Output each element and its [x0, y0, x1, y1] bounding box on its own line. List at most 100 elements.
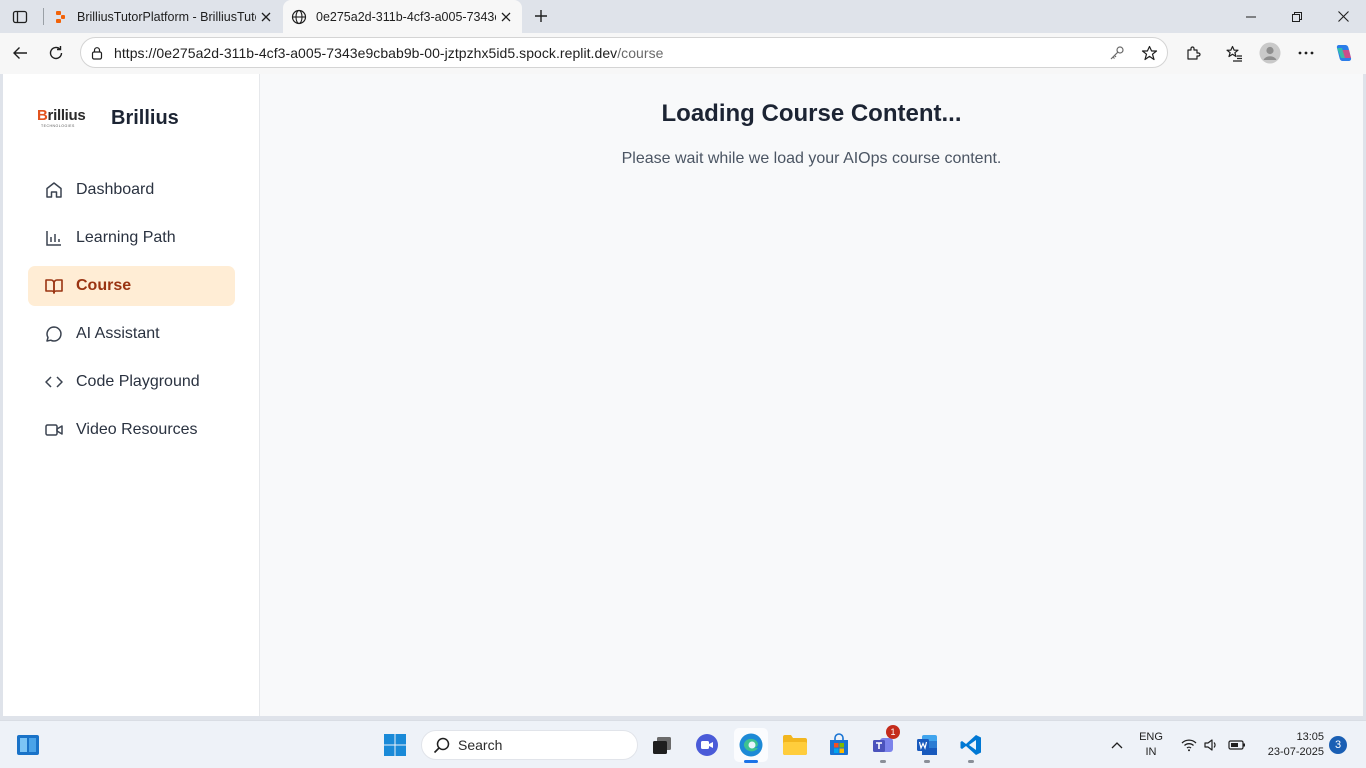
new-tab-button[interactable] — [530, 5, 552, 27]
taskbar-store-app[interactable] — [822, 728, 856, 762]
input-language-indicator[interactable]: ENG IN — [1136, 730, 1166, 760]
taskbar-search[interactable]: Search — [421, 730, 638, 760]
book-open-icon — [44, 276, 64, 296]
code-icon — [44, 372, 64, 392]
close-window-button[interactable] — [1320, 0, 1366, 33]
video-chat-icon — [696, 734, 718, 756]
url-host: https://0e275a2d-311b-4cf3-a005-7343e9cb… — [114, 45, 618, 61]
taskbar-teams-app[interactable]: 1 — [866, 725, 900, 763]
page-title: Loading Course Content... — [661, 100, 962, 127]
profile-button[interactable] — [1255, 38, 1285, 68]
word-icon — [917, 735, 937, 755]
sidebar-item-video-resources[interactable]: Video Resources — [28, 410, 235, 450]
running-indicator — [924, 760, 930, 763]
close-tab-icon[interactable] — [256, 7, 276, 27]
settings-more-button[interactable] — [1291, 38, 1321, 68]
language-region: IN — [1145, 746, 1157, 758]
clock-date: 23-07-2025 — [1267, 746, 1324, 758]
extensions-button[interactable] — [1178, 38, 1208, 68]
favorite-star-icon[interactable] — [1139, 43, 1159, 63]
close-icon — [1337, 11, 1349, 22]
taskbar: Search 1 ENG IN 13:05 23-07-2025 3 — [0, 720, 1366, 768]
sidebar-item-label: Dashboard — [76, 181, 155, 198]
system-clock[interactable]: 13:05 23-07-2025 — [1254, 730, 1324, 760]
volume-icon[interactable] — [1202, 736, 1220, 754]
main-content: Loading Course Content... Please wait wh… — [260, 74, 1363, 716]
vscode-icon — [960, 735, 981, 755]
minimize-icon — [1246, 16, 1256, 17]
language-code: ENG — [1139, 731, 1163, 743]
restore-button[interactable] — [1274, 0, 1320, 33]
loading-message: Please wait while we load your AIOps cou… — [621, 150, 1002, 167]
site-info-icon[interactable] — [88, 44, 106, 62]
taskbar-file-explorer[interactable] — [778, 728, 812, 762]
chat-bubble-icon — [44, 324, 64, 344]
sidebar-item-label: AI Assistant — [76, 325, 160, 342]
url-text: https://0e275a2d-311b-4cf3-a005-7343e9cb… — [114, 45, 663, 61]
battery-icon[interactable] — [1228, 736, 1246, 754]
copilot-button[interactable] — [1329, 38, 1359, 68]
edge-icon — [739, 733, 763, 757]
sidebar-item-label: Course — [76, 277, 132, 294]
taskbar-word-app[interactable] — [910, 728, 944, 763]
sidebar-item-course[interactable]: Course — [28, 266, 235, 306]
refresh-icon — [49, 46, 63, 60]
back-button[interactable] — [5, 38, 35, 68]
browser-tab-strip: BrilliusTutorPlatform - BrilliusTuto 0e2… — [0, 0, 1366, 33]
taskbar-edge-app[interactable] — [734, 728, 768, 763]
bar-chart-icon — [44, 228, 64, 248]
logo-subtext: TECHNOLOGIES — [41, 124, 75, 128]
search-icon — [432, 736, 450, 754]
avatar-icon — [1259, 42, 1281, 64]
plus-icon — [535, 10, 547, 22]
minimize-button[interactable] — [1228, 0, 1274, 33]
search-placeholder: Search — [458, 737, 503, 753]
address-bar[interactable]: https://0e275a2d-311b-4cf3-a005-7343e9cb… — [80, 37, 1168, 68]
folder-icon — [783, 735, 807, 755]
sidebar-item-label: Video Resources — [76, 421, 198, 438]
replit-favicon-icon — [52, 9, 68, 25]
tab-actions-icon — [12, 10, 28, 24]
brand-logo[interactable]: Brillius TECHNOLOGIES — [37, 107, 89, 131]
chevron-up-icon — [1111, 742, 1123, 749]
browser-toolbar: https://0e275a2d-311b-4cf3-a005-7343e9cb… — [0, 33, 1366, 74]
video-icon — [44, 420, 64, 440]
taskbar-vscode-app[interactable] — [954, 728, 988, 763]
sidebar-item-label: Code Playground — [76, 373, 200, 390]
tab-title: BrilliusTutorPlatform - BrilliusTuto — [77, 9, 256, 24]
widgets-icon — [17, 735, 39, 755]
sidebar-item-label: Learning Path — [76, 229, 176, 246]
store-icon — [830, 733, 848, 755]
tab-course[interactable]: 0e275a2d-311b-4cf3-a005-7343e — [283, 0, 522, 33]
windows-logo-icon — [384, 734, 406, 756]
running-indicator — [744, 760, 758, 763]
page-viewport: Brillius TECHNOLOGIES Brillius Dashboard… — [3, 74, 1363, 716]
globe-icon — [291, 9, 307, 25]
widgets-button[interactable] — [11, 728, 45, 762]
sidebar-item-ai-assistant[interactable]: AI Assistant — [28, 314, 235, 354]
close-tab-icon[interactable] — [496, 7, 516, 27]
taskbar-meet-app[interactable] — [690, 728, 724, 762]
teams-notification-badge: 1 — [886, 725, 900, 739]
notification-count-badge[interactable]: 3 — [1329, 736, 1347, 754]
sidebar: Brillius TECHNOLOGIES Brillius Dashboard… — [3, 74, 260, 716]
refresh-button[interactable] — [41, 38, 71, 68]
key-icon[interactable] — [1107, 43, 1127, 63]
more-dots-icon — [1298, 51, 1314, 55]
start-button[interactable] — [378, 728, 412, 762]
task-view-button[interactable] — [645, 728, 679, 762]
favorites-list-icon — [1226, 45, 1242, 62]
brand-name: Brillius — [111, 107, 179, 129]
brillius-logo: Brillius TECHNOLOGIES — [37, 107, 89, 131]
logo-wordmark: Brillius — [37, 107, 86, 124]
show-hidden-icons-button[interactable] — [1108, 736, 1126, 754]
wifi-icon[interactable] — [1180, 736, 1198, 754]
task-view-icon — [653, 737, 671, 754]
tab-brillius-tutor[interactable]: BrilliusTutorPlatform - BrilliusTuto — [44, 0, 282, 33]
sidebar-item-code-playground[interactable]: Code Playground — [28, 362, 235, 402]
sidebar-item-dashboard[interactable]: Dashboard — [28, 170, 235, 210]
favorites-button[interactable] — [1219, 38, 1249, 68]
tab-actions-button[interactable] — [8, 5, 32, 29]
url-path: /course — [617, 45, 664, 61]
sidebar-item-learning-path[interactable]: Learning Path — [28, 218, 235, 258]
